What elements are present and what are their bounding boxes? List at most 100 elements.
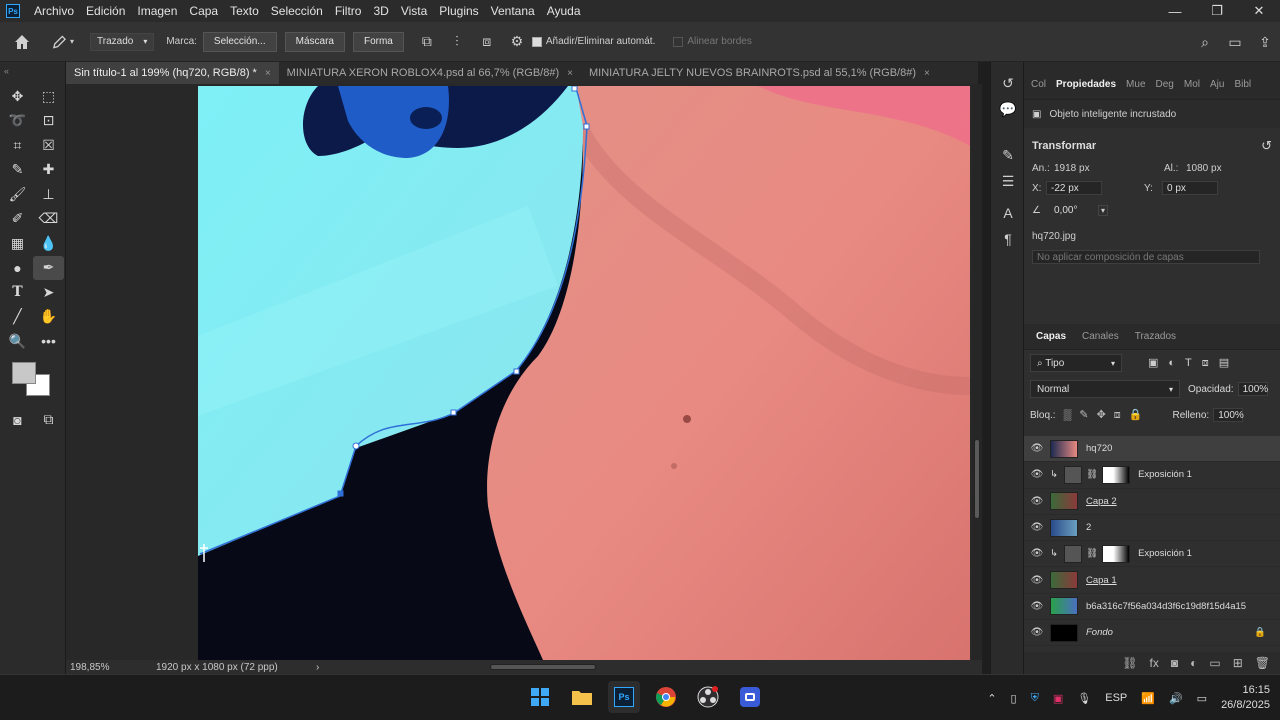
shape-button[interactable]: Forma xyxy=(352,31,404,52)
path-arrangement-icon[interactable]: ⧈ xyxy=(478,33,496,51)
eraser-tool-icon[interactable]: ⌫ xyxy=(33,207,64,232)
mask-button[interactable]: Máscara xyxy=(284,31,345,52)
pen-tool-preset[interactable]: ▾ xyxy=(52,34,74,50)
layer-row[interactable]: 👁 ↳ ⛓ Exposición 1 xyxy=(1024,462,1280,489)
clock[interactable]: 16:15 26/8/2025 xyxy=(1221,683,1270,713)
share-icon[interactable]: ⇪ xyxy=(1256,33,1274,51)
link-layers-icon[interactable]: ⛓ xyxy=(1122,656,1137,670)
security-icon[interactable]: ⛨ xyxy=(1031,692,1039,705)
screen-mode-icon[interactable]: ⧉ xyxy=(33,408,64,433)
adjustment-layer-icon[interactable]: ◐ xyxy=(1190,656,1197,670)
minimize-button[interactable]: — xyxy=(1154,0,1196,22)
chevron-down-icon[interactable]: ▾ xyxy=(1098,204,1109,216)
canvas-artwork[interactable] xyxy=(198,86,970,660)
type-tool-icon[interactable]: T xyxy=(2,280,33,305)
tab-channels[interactable]: Canales xyxy=(1074,331,1127,342)
close-button[interactable]: ✕ xyxy=(1238,0,1280,22)
tab-color[interactable]: Col xyxy=(1026,79,1051,99)
auto-add-checkbox[interactable] xyxy=(531,36,542,47)
menu-texto[interactable]: Texto xyxy=(224,4,265,18)
menu-edicion[interactable]: Edición xyxy=(80,4,131,18)
tab-document-2[interactable]: MINIATURA XERON ROBLOX4.psd al 66,7% (RG… xyxy=(279,62,581,84)
canvas-horizontal-scrollbar[interactable] xyxy=(416,663,956,671)
scroll-thumb[interactable] xyxy=(490,664,596,670)
path-operations-icon[interactable]: ⧉ xyxy=(418,33,436,51)
layer-row[interactable]: 👁 Fondo 🔒 xyxy=(1024,620,1280,647)
layer-row[interactable]: 👁 b6a316c7f56a034d3f6c19d8f15d4a15 xyxy=(1024,594,1280,621)
tab-gradients[interactable]: Deg xyxy=(1151,79,1179,99)
dodge-tool-icon[interactable]: ● xyxy=(2,256,33,281)
eye-icon[interactable]: 👁 xyxy=(1024,443,1050,454)
menu-seleccion[interactable]: Selección xyxy=(265,4,329,18)
eye-icon[interactable]: 👁 xyxy=(1024,601,1050,612)
gradient-tool-icon[interactable]: ▦ xyxy=(2,231,33,256)
reset-icon[interactable]: ↺ xyxy=(1261,138,1272,154)
zoom-level[interactable]: 198,85% xyxy=(66,662,148,673)
tab-adjustments[interactable]: Aju xyxy=(1205,79,1229,99)
battery-icon[interactable]: ▭ xyxy=(1197,692,1207,705)
selection-button[interactable]: Selección... xyxy=(202,31,277,52)
app-tray-icon[interactable]: ▣ xyxy=(1053,692,1063,705)
layer-row[interactable]: 👁 hq720 xyxy=(1024,436,1280,463)
paragraph-panel-icon[interactable]: ¶ xyxy=(991,226,1025,252)
new-group-icon[interactable]: ▭ xyxy=(1209,656,1220,670)
quick-mask-icon[interactable]: ◙ xyxy=(2,408,33,433)
wifi-icon[interactable]: 📶 xyxy=(1141,692,1155,705)
blur-tool-icon[interactable]: 💧 xyxy=(33,231,64,256)
path-alignment-icon[interactable]: ⫶ xyxy=(448,33,466,51)
menu-plugins[interactable]: Plugins xyxy=(433,4,484,18)
eye-icon[interactable]: 👁 xyxy=(1024,575,1050,586)
zoom-tool-icon[interactable]: 🔍 xyxy=(2,329,33,354)
chevron-up-icon[interactable]: ⌃ xyxy=(987,692,996,705)
photoshop-taskbar-icon[interactable]: Ps xyxy=(608,681,640,713)
canvas-area[interactable] xyxy=(66,84,972,660)
tab-paths[interactable]: Trazados xyxy=(1127,331,1184,342)
move-tool-icon[interactable]: ✥ xyxy=(2,84,33,109)
hand-tool-icon[interactable]: ✋ xyxy=(33,305,64,330)
lasso-tool-icon[interactable]: ➰ xyxy=(2,109,33,134)
menu-filtro[interactable]: Filtro xyxy=(329,4,368,18)
character-panel-icon[interactable]: A xyxy=(991,200,1025,226)
new-layer-icon[interactable]: ⊞ xyxy=(1233,656,1243,670)
obs-icon[interactable] xyxy=(692,681,724,713)
y-input[interactable]: 0 px xyxy=(1162,181,1218,195)
windows-start-icon[interactable] xyxy=(524,681,556,713)
document-canvas[interactable] xyxy=(198,86,970,660)
tab-patterns[interactable]: Mol xyxy=(1179,79,1205,99)
healing-brush-tool-icon[interactable]: ✚ xyxy=(33,158,64,183)
microphone-icon[interactable]: 🎙 xyxy=(1077,692,1091,705)
add-mask-icon[interactable]: ◙ xyxy=(1171,656,1178,670)
menu-vista[interactable]: Vista xyxy=(395,4,433,18)
tab-properties[interactable]: Propiedades xyxy=(1051,79,1121,99)
layer-filter-select[interactable]: ⌕ Tipo ▾ xyxy=(1030,354,1122,372)
eye-icon[interactable]: 👁 xyxy=(1024,496,1050,507)
eye-icon[interactable]: 👁 xyxy=(1024,522,1050,533)
scroll-thumb[interactable] xyxy=(974,439,980,519)
mode-select[interactable]: Trazado ▾ xyxy=(90,32,155,51)
lock-icons[interactable]: ▒✎✥⧈🔒 xyxy=(1064,408,1151,422)
pen-tool-icon[interactable]: ✒ xyxy=(33,255,64,280)
align-edges-checkbox[interactable] xyxy=(673,36,684,47)
eyedropper-tool-icon[interactable]: ✎ xyxy=(2,158,33,183)
crop-tool-icon[interactable]: ⌗ xyxy=(2,133,33,158)
canvas-vertical-scrollbar[interactable] xyxy=(972,84,982,660)
eye-icon[interactable]: 👁 xyxy=(1024,469,1050,480)
path-selection-tool-icon[interactable]: ➤ xyxy=(33,280,64,305)
layer-row[interactable]: 👁 ↳ ⛓ Exposición 1 xyxy=(1024,541,1280,568)
history-panel-icon[interactable]: ↺ xyxy=(991,70,1025,96)
width-value[interactable]: 1918 px xyxy=(1054,163,1144,174)
marquee-tool-icon[interactable]: ⬚ xyxy=(33,84,64,109)
foreground-color-swatch[interactable] xyxy=(12,361,36,384)
layer-row[interactable]: 👁 Capa 2 xyxy=(1024,489,1280,515)
volume-icon[interactable]: 🔊 xyxy=(1169,692,1183,705)
blend-mode-select[interactable]: Normal ▾ xyxy=(1030,380,1180,398)
angle-input[interactable]: 0,00° xyxy=(1050,203,1098,217)
menu-imagen[interactable]: Imagen xyxy=(131,4,183,18)
opacity-input[interactable]: 100% xyxy=(1237,382,1268,396)
line-tool-icon[interactable]: ╱ xyxy=(2,305,33,330)
stamp-tool-icon[interactable]: ⊥ xyxy=(33,182,64,207)
chrome-icon[interactable] xyxy=(650,681,682,713)
tab-layers[interactable]: Capas xyxy=(1028,331,1074,342)
app-icon[interactable] xyxy=(734,681,766,713)
tab-document-3[interactable]: MINIATURA JELTY NUEVOS BRAINROTS.psd al … xyxy=(581,62,938,84)
